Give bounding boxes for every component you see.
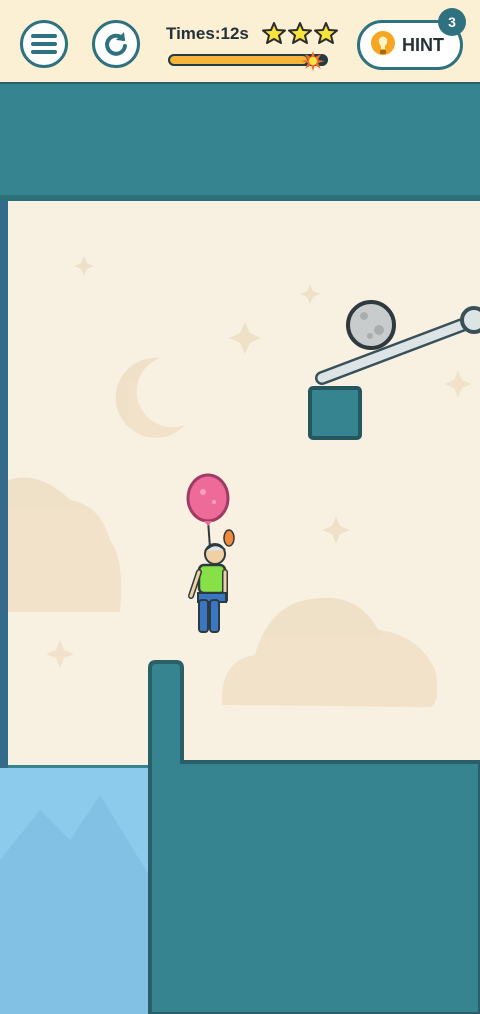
fuse-spark-icon: [301, 51, 325, 71]
menu-button[interactable]: [20, 20, 68, 68]
star-rating: [262, 22, 338, 44]
pin-handle: [460, 306, 480, 334]
balloon-man: [186, 473, 235, 633]
background-decor: [8, 256, 472, 707]
stone-ball: [346, 300, 396, 350]
star-decor: [46, 640, 74, 668]
star-decor: [300, 284, 320, 304]
timer-text: Times:12s: [166, 24, 249, 43]
star-icon: [262, 22, 286, 44]
hint-label: HINT: [402, 34, 444, 55]
water-mountain-decor: [0, 795, 152, 1014]
lightbulb-icon: [371, 31, 395, 55]
star-decor: [322, 516, 350, 544]
square-block: [308, 386, 362, 440]
restart-arrow-icon: [105, 32, 127, 56]
star-icon: [288, 22, 312, 44]
pull-pin[interactable]: [315, 306, 480, 385]
top-wall-edge: [0, 195, 480, 201]
hint-count-badge: 3: [438, 8, 466, 36]
top-wall: [0, 84, 480, 198]
game-stage: Times:12s HINT 3: [0, 0, 480, 1014]
balloon: [186, 473, 230, 523]
pillar-and-ground: [148, 660, 480, 1014]
star-decor: [74, 256, 94, 276]
hamburger-menu-icon: [31, 34, 57, 54]
star-decor: [229, 322, 261, 354]
star-decor: [444, 370, 472, 398]
cloud-decor-left: [8, 477, 122, 612]
star-icon: [314, 22, 338, 44]
restart-button[interactable]: [92, 20, 140, 68]
scene-canvas: [0, 84, 480, 1014]
time-progress-fill: [170, 56, 308, 64]
cloud-decor-right: [221, 597, 438, 707]
moon-decor: [115, 357, 185, 438]
